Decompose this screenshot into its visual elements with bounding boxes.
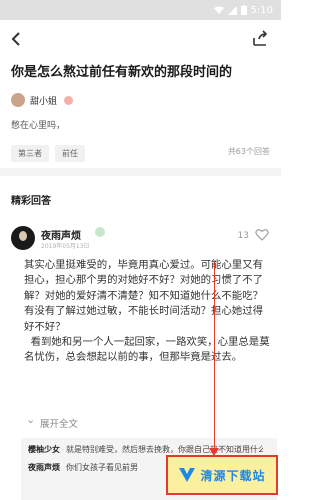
signal-icon [227,5,237,15]
comment-user[interactable]: 樱柚少女 [28,445,60,454]
top-bar [0,20,281,60]
share-icon[interactable] [251,30,269,48]
answer-header: 夜雨声烦 2019年05月13日 13 [11,226,271,252]
watermark-text: 清源下载站 [200,468,266,483]
answer-body: 其实心里挺难受的，毕竟用真心爱过。可能心里又有担心，担心那个男的对她好不好？对她… [24,259,270,364]
avatar[interactable] [11,93,25,107]
watermark-badge: 清源下载站 [166,455,278,495]
status-time: 5:10 [250,4,273,16]
tag-ex[interactable]: 前任 [55,145,85,162]
question-author-name[interactable]: 甜小姐 [30,94,57,107]
answer-date: 2019年05月13日 [41,243,90,250]
question-description: 憋在心里吗， [11,121,66,131]
expand-full-text-button[interactable]: 展开全文 [40,416,78,430]
section-divider [0,168,281,176]
watermark-logo-icon [179,468,196,482]
comment-text: 你们女孩子看见前男 [66,463,138,472]
comment-text: 就是特别难受，然后想去挽救，你跟自己又不知道用什么身份 [66,445,263,454]
heart-icon[interactable] [255,228,269,242]
back-icon[interactable] [8,30,26,48]
section-title: 精彩回答 [11,196,51,207]
flower-badge-icon [64,95,74,105]
wifi-icon [213,6,224,14]
answers-count[interactable]: 共63个回答 [228,146,270,157]
verified-badge-icon [95,227,105,237]
question-tags: 第三者 前任 [11,145,85,162]
question-author-row[interactable]: 甜小姐 [11,92,74,108]
status-bar: 5:10 [0,0,281,20]
chevron-down-icon[interactable]: ⌄ [26,413,35,426]
answer-avatar[interactable] [11,226,35,250]
battery-icon [240,5,247,15]
question-title: 你是怎么熬过前任有新欢的那段时间的 [11,65,233,80]
tag-third-party[interactable]: 第三者 [11,145,49,162]
comment-user[interactable]: 夜雨声烦 [28,463,60,472]
answer-author-name[interactable]: 夜雨声烦 [41,227,81,242]
like-count: 13 [237,231,249,241]
annotation-arrow-line [214,262,215,452]
